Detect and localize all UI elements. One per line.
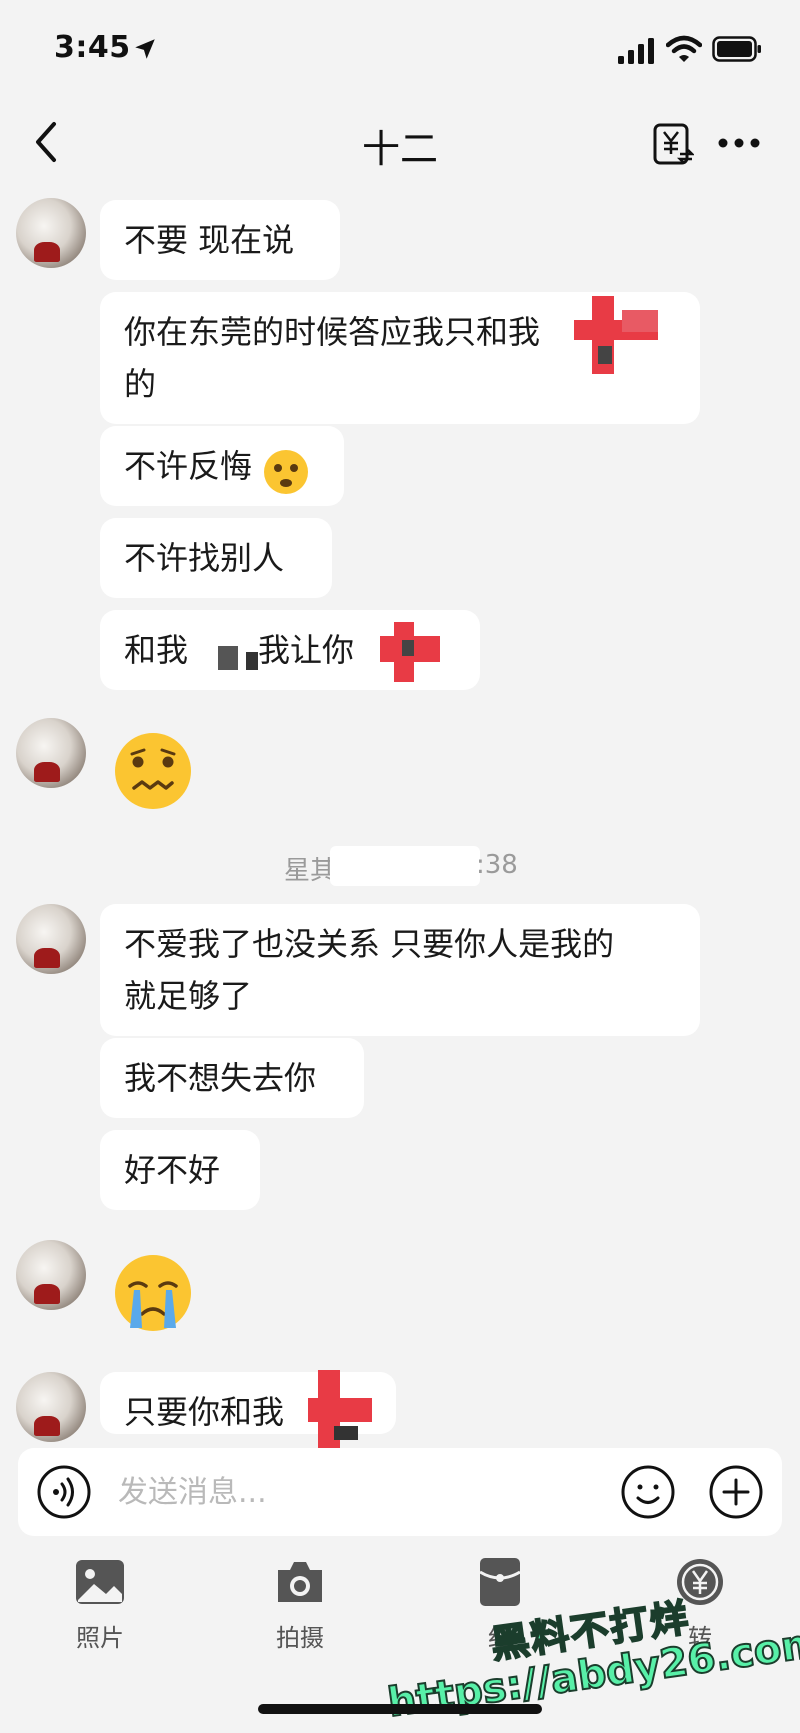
location-arrow-icon: [135, 39, 155, 59]
message-text: 就足够了: [124, 977, 253, 1015]
worried-face-emoji: [115, 733, 191, 809]
photos-label: 照片: [76, 1624, 124, 1652]
censor-mark: [574, 296, 658, 374]
message-text: 不爱我了也没关系 只要你人是我的: [124, 925, 615, 963]
contact-avatar[interactable]: [16, 198, 86, 268]
emoji-icon[interactable]: [620, 1464, 676, 1520]
censor-mark: [330, 846, 480, 886]
censor-mark: [218, 646, 238, 670]
battery-icon: [712, 36, 761, 62]
message-input[interactable]: [118, 1468, 558, 1516]
camera-icon: [278, 1562, 322, 1602]
timestamp-text: :38: [476, 850, 518, 880]
more-icon[interactable]: [716, 130, 762, 156]
status-time: 3:45: [54, 30, 131, 65]
message-text: 和我: [124, 631, 189, 669]
censor-mark: [308, 1370, 372, 1460]
timestamp-text: 星其: [284, 856, 337, 886]
contact-avatar[interactable]: [16, 1372, 86, 1442]
message-text: 好不好: [124, 1151, 221, 1189]
contact-avatar[interactable]: [16, 1240, 86, 1310]
status-bar: 3:45: [0, 0, 800, 100]
chat-timestamp: 星其 :38: [280, 846, 530, 886]
censor-mark: [380, 622, 440, 682]
message-bubble: 不许找别人: [100, 518, 332, 598]
photos-button[interactable]: 照片: [50, 1556, 150, 1653]
worried-face-emoji: [264, 450, 308, 494]
message-bubble: 我不想失去你: [100, 1038, 364, 1118]
crying-face-emoji: [115, 1255, 191, 1331]
chat-header: 十二: [0, 100, 800, 190]
contact-avatar[interactable]: [16, 718, 86, 788]
photo-icon: [76, 1560, 124, 1604]
home-indicator[interactable]: [258, 1704, 542, 1714]
message-bubble: 好不好: [100, 1130, 260, 1210]
plus-icon[interactable]: [708, 1464, 764, 1520]
camera-button[interactable]: 拍摄: [250, 1556, 350, 1653]
message-text: 我让你: [258, 631, 355, 669]
message-text: 只要你和我: [124, 1393, 285, 1431]
message-text: 不要 现在说: [124, 221, 295, 259]
contact-avatar[interactable]: [16, 904, 86, 974]
message-text: 的: [124, 365, 157, 403]
message-input-bar: [18, 1448, 782, 1536]
red-packet-icon: [479, 1558, 521, 1606]
message-text: 不许找别人: [124, 539, 285, 577]
transfer-icon[interactable]: [652, 122, 694, 166]
message-text: 不许反悔: [124, 447, 253, 485]
censor-mark: [246, 652, 258, 670]
message-bubble: 不爱我了也没关系 只要你人是我的 就足够了: [100, 904, 700, 1036]
message-text: 我不想失去你: [124, 1059, 317, 1097]
wifi-icon: [666, 35, 702, 62]
message-text: 你在东莞的时候答应我只和我: [124, 313, 541, 351]
message-bubble: 不要 现在说: [100, 200, 340, 280]
signal-icon: [618, 38, 654, 64]
camera-label: 拍摄: [276, 1624, 324, 1652]
voice-icon[interactable]: [36, 1464, 92, 1520]
